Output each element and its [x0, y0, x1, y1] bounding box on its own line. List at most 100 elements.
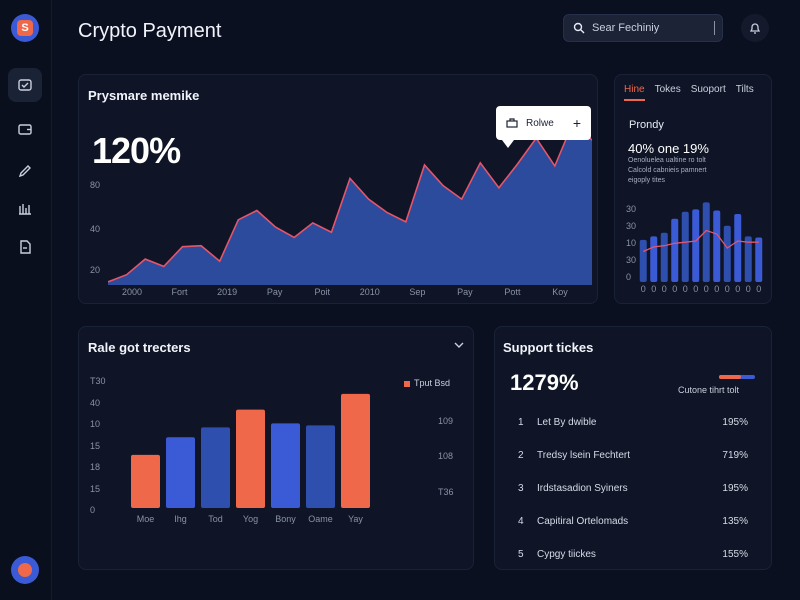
rate-x-tick: Ihg	[174, 514, 187, 524]
row-percent: 155%	[722, 549, 748, 560]
mini-x-tick: 0	[735, 284, 741, 294]
rate-x-tick: Bony	[275, 514, 296, 524]
tooltip-label: Rolwe	[526, 117, 554, 129]
chevron-down-icon[interactable]	[454, 341, 464, 349]
chart-icon	[19, 204, 31, 215]
briefcase-icon	[506, 118, 518, 128]
rate-y-tick: 10	[90, 419, 101, 429]
mini-bar	[723, 225, 731, 282]
rate-bar	[306, 425, 335, 508]
x-tick-label: 2000	[121, 287, 143, 297]
pen-icon	[18, 165, 31, 178]
x-tick-label: Pott	[504, 287, 521, 297]
sidebar-item-dashboard[interactable]	[8, 68, 42, 102]
avatar-inner	[18, 563, 32, 577]
rate-bar	[271, 423, 300, 508]
chart-tooltip[interactable]: Rolwe +	[496, 106, 591, 148]
rate-bar	[166, 437, 195, 508]
row-percent: 195%	[722, 417, 748, 428]
support-progress-fill	[719, 375, 741, 379]
rate-bar	[236, 409, 265, 508]
wallet-icon	[18, 124, 32, 135]
row-name: Let By dwible	[537, 417, 597, 428]
list-item[interactable]: 5 Cypgy tiickes 155%	[518, 549, 748, 560]
rate-card-title: Rale got trecters	[88, 340, 191, 355]
rate-bar	[201, 427, 230, 508]
mini-x-tick: 0	[672, 284, 678, 294]
sidebar-item-documents[interactable]	[8, 230, 42, 264]
row-name: Irdstasadion Syiners	[537, 483, 628, 494]
details-desc-2: Calcold cabnieis pamnert	[628, 167, 707, 174]
payment-card-title: Prysmare memike	[88, 88, 200, 103]
notification-button[interactable]	[741, 14, 769, 42]
support-legend: Cutone tihrt tolt	[678, 385, 740, 395]
x-tick-label: 2010	[359, 287, 380, 297]
rate-x-tick: Oame	[308, 514, 333, 524]
list-item[interactable]: 3 Irdstasadion Syiners 195%	[518, 483, 748, 494]
rate-right-label: 108	[438, 451, 454, 461]
row-percent: 719%	[722, 450, 748, 461]
search-bar[interactable]	[563, 14, 723, 42]
row-percent: 135%	[722, 516, 748, 527]
tab-tokes[interactable]: Tokes	[655, 84, 681, 101]
rate-x-tick: Moe	[136, 514, 155, 524]
mini-x-tick: 0	[756, 284, 762, 294]
row-number: 1	[518, 417, 524, 428]
row-number: 5	[518, 549, 524, 560]
mini-bar	[681, 211, 689, 282]
search-input[interactable]	[592, 22, 710, 34]
mini-x-tick: 0	[724, 284, 730, 294]
rate-right-label: 109	[438, 416, 454, 426]
rate-y-tick: 0	[90, 505, 96, 515]
rate-legend: Tput Bsd	[404, 378, 450, 388]
mini-bar	[692, 209, 700, 282]
details-desc-1: Oenoluelea ualtine ro tolt	[628, 157, 706, 164]
mini-x-tick: 0	[703, 284, 709, 294]
list-item[interactable]: 4 Capitiral Ortelomads 135%	[518, 516, 748, 527]
avatar[interactable]	[11, 556, 39, 584]
rate-x-tick: Yay	[348, 514, 363, 524]
mini-line	[643, 229, 759, 253]
page-title: Crypto Payment	[78, 20, 222, 42]
sidebar-item-edit[interactable]	[8, 154, 42, 188]
document-icon	[20, 240, 31, 254]
sidebar-item-wallet[interactable]	[8, 112, 42, 146]
list-item[interactable]: 1 Let By dwible 195%	[518, 417, 748, 428]
y-tick-label: 80	[90, 180, 101, 190]
tab-suoport[interactable]: Suoport	[691, 84, 726, 101]
x-tick-label: Fort	[171, 287, 188, 297]
tab-tilts[interactable]: Tilts	[736, 84, 754, 101]
mini-x-tick: 0	[714, 284, 720, 294]
row-percent: 195%	[722, 483, 748, 494]
x-tick-label: Sep	[409, 287, 426, 297]
tab-hine[interactable]: Hine	[624, 84, 645, 101]
support-card	[494, 326, 772, 570]
legend-swatch	[404, 380, 410, 387]
plus-icon[interactable]: +	[573, 115, 581, 131]
support-card-title: Support tickes	[503, 340, 594, 355]
rate-bar	[131, 454, 160, 508]
sidebar-item-analytics[interactable]	[8, 192, 42, 226]
rate-y-tick: 15	[90, 483, 101, 494]
rate-x-tick: Tod	[208, 514, 223, 524]
mini-x-tick: 0	[651, 284, 657, 294]
rate-y-tick: 18	[90, 462, 101, 472]
row-name: Tredsy lsein Fechtert	[537, 450, 630, 461]
details-stat: 40% one 19%	[628, 141, 709, 156]
search-divider	[714, 21, 715, 35]
row-name: Cypgy tiickes	[537, 549, 596, 560]
mini-y-tick: 30	[626, 255, 637, 265]
details-subtitle: Prondy	[629, 119, 664, 131]
list-item[interactable]: 2 Tredsy lsein Fechtert 719%	[518, 450, 748, 461]
rate-bar-chart	[131, 393, 370, 508]
x-tick-label: Poit	[314, 287, 330, 297]
app-logo[interactable]: S	[11, 14, 39, 42]
mini-x-tick: 0	[693, 284, 699, 294]
rate-y-tick: T30	[90, 376, 106, 386]
legend-label: Tput Bsd	[414, 378, 451, 388]
x-tick-label: Pay	[266, 287, 283, 297]
x-tick-label: Koy	[552, 287, 568, 297]
mini-x-tick: 0	[661, 284, 667, 294]
y-tick-label: 40	[90, 224, 101, 234]
rate-x-tick: Yog	[242, 514, 259, 524]
